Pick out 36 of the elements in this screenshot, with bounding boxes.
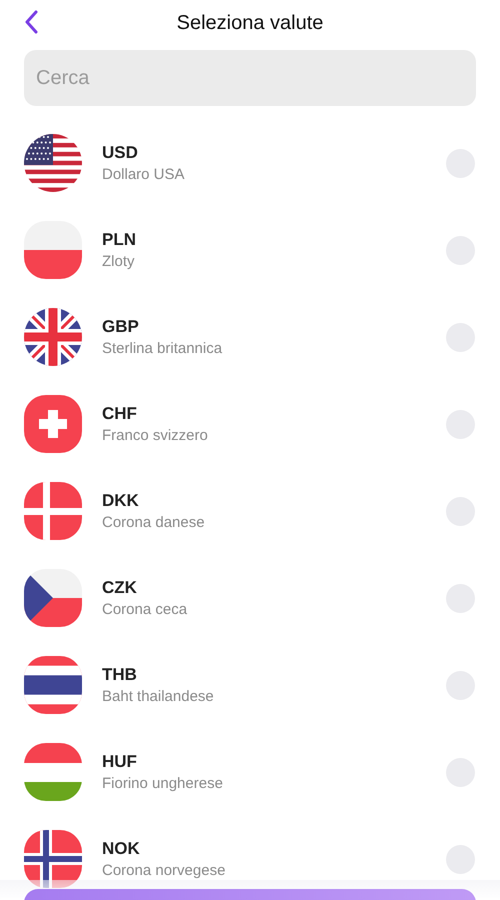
two-band-flag-icon: [24, 221, 82, 279]
currency-row[interactable]: GBP Sterlina britannica: [0, 308, 500, 366]
currency-row[interactable]: USD Dollaro USA: [0, 134, 500, 192]
currency-name: Corona ceca: [102, 600, 188, 620]
currency-name: Fiorino ungherese: [102, 774, 224, 794]
currency-row[interactable]: PLN Zloty: [0, 221, 500, 279]
tricolour-flag-icon: [24, 743, 82, 801]
back-icon[interactable]: [24, 10, 38, 34]
currency-name: Dollaro USA: [102, 164, 186, 184]
currency-row[interactable]: THB Baht thailandese: [0, 656, 500, 714]
nordic-cross-flag-icon: [24, 482, 82, 540]
currency-name: Zloty: [102, 252, 136, 272]
currency-code: USD: [102, 142, 139, 164]
currency-name: Corona danese: [102, 512, 206, 532]
currency-row[interactable]: DKK Corona danese: [0, 482, 500, 540]
currency-code: CHF: [102, 402, 138, 424]
currency-code: GBP: [102, 316, 140, 338]
currency-code: THB: [102, 664, 138, 686]
currency-code: PLN: [102, 228, 137, 250]
search-field[interactable]: Cerca: [24, 50, 476, 106]
currency-row[interactable]: HUF Fiorino ungherese: [0, 743, 500, 801]
striped-flag-icon: [24, 656, 82, 714]
currency-code: CZK: [102, 576, 138, 598]
currency-name: Baht thailandese: [102, 686, 215, 706]
stars-stripes-flag-icon: [24, 134, 82, 192]
currency-row[interactable]: CZK Corona ceca: [0, 569, 500, 627]
currency-row[interactable]: CHF Franco svizzero: [0, 395, 500, 453]
screen-title: Seleziona valute: [176, 12, 324, 34]
currency-name: Corona norvegese: [102, 860, 226, 880]
cross-flag-icon: [24, 395, 82, 453]
triangle-flag-icon: [24, 569, 82, 627]
currency-code: NOK: [102, 838, 141, 860]
currency-name: Franco svizzero: [102, 426, 209, 446]
currency-code: HUF: [102, 750, 138, 772]
currency-name: Sterlina britannica: [102, 338, 224, 358]
currency-code: DKK: [102, 490, 140, 512]
